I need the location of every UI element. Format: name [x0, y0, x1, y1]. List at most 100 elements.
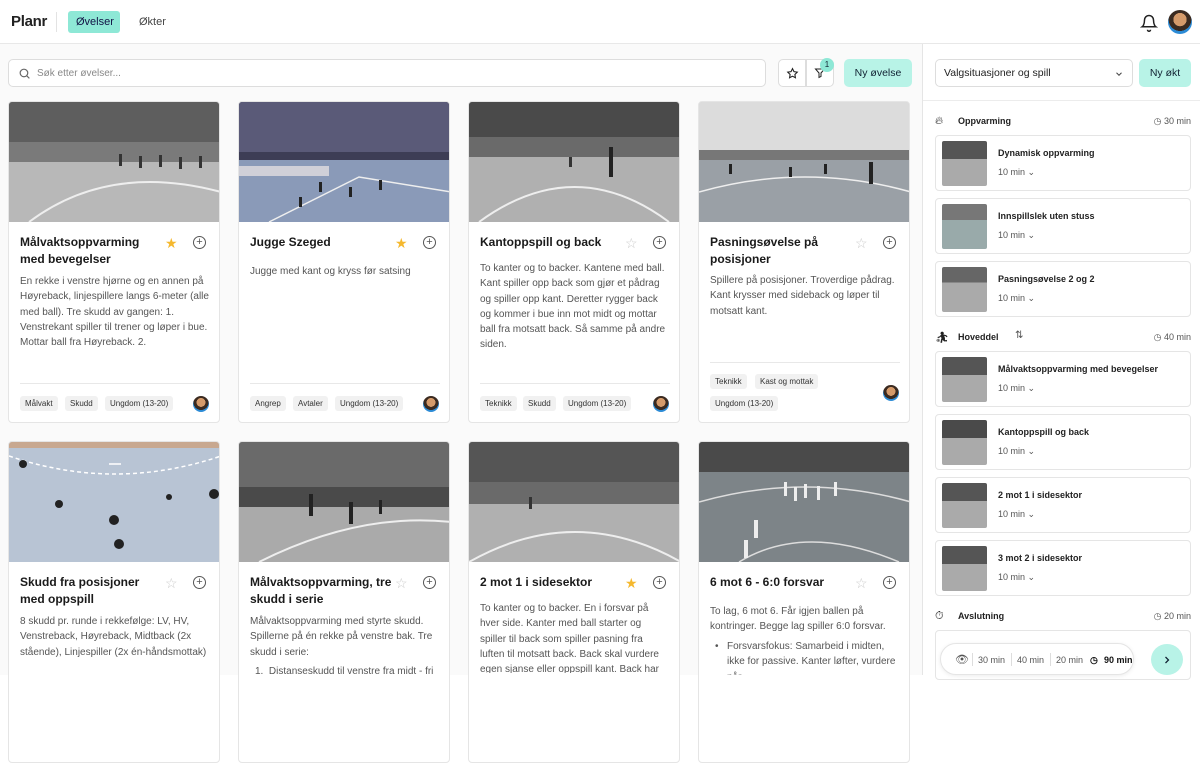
- star-icon[interactable]: ☆: [395, 575, 408, 592]
- tag: Skudd: [65, 396, 98, 411]
- item-title: Målvaktsoppvarming med bevegelser: [998, 364, 1159, 374]
- divider: [20, 383, 210, 384]
- item-thumbnail: [942, 483, 987, 528]
- filter-count-badge: 1: [820, 58, 834, 72]
- eye-icon[interactable]: 👁︎: [955, 653, 969, 666]
- exercise-thumbnail: [469, 442, 679, 562]
- item-thumbnail: [942, 546, 987, 591]
- exercise-card[interactable]: Pasningsøvelse på posisjoner ☆ + Spiller…: [698, 101, 910, 423]
- exercise-card[interactable]: Skudd fra posisjoner med oppspill ☆ + 8 …: [8, 441, 220, 763]
- session-item[interactable]: Innspillslek uten stuss 10 min ⌄: [935, 198, 1191, 254]
- bell-icon[interactable]: [1140, 14, 1158, 32]
- card-description: En rekke i venstre hjørne og en annen på…: [20, 276, 209, 347]
- add-icon[interactable]: +: [883, 236, 896, 249]
- exercise-thumbnail: [469, 102, 679, 222]
- star-icon[interactable]: ★: [395, 235, 408, 252]
- tag: Ungdom (13-20): [105, 396, 174, 411]
- session-item[interactable]: Pasningsøvelse 2 og 2 10 min ⌄: [935, 261, 1191, 317]
- star-icon[interactable]: ★: [625, 575, 638, 592]
- card-description: 8 skudd pr. runde i rekkefølge: LV, HV, …: [20, 616, 207, 658]
- session-panel: Valgsituasjoner og spill Ny økt 🔥︎ Oppva…: [922, 44, 1200, 680]
- exercise-card[interactable]: Målvaktsoppvarming, tre skudd i serie ☆ …: [238, 441, 450, 763]
- exercise-card[interactable]: 2 mot 1 i sidesektor ★ + To kanter og to…: [468, 441, 680, 763]
- chevron-down-icon: ⌄: [1027, 509, 1036, 519]
- tag: Målvakt: [20, 396, 58, 411]
- star-icon[interactable]: ★: [165, 235, 178, 252]
- session-item[interactable]: Kantoppspill og back 10 min ⌄: [935, 414, 1191, 470]
- duration-summary-bar: 👁︎ 30 min 40 min 20 min ◷ 90 min: [940, 643, 1134, 675]
- card-title: Skudd fra posisjoner med oppspill: [20, 575, 140, 606]
- section-duration: ◷ 40 min: [1153, 332, 1191, 342]
- item-duration[interactable]: 10 min ⌄: [998, 167, 1035, 178]
- exercise-thumbnail: [9, 102, 219, 222]
- favorites-filter-button[interactable]: [778, 59, 806, 87]
- session-item[interactable]: Målvaktsoppvarming med bevegelser 10 min…: [935, 351, 1191, 407]
- add-icon[interactable]: +: [193, 576, 206, 589]
- tag: Skudd: [523, 396, 556, 411]
- item-duration[interactable]: 10 min ⌄: [998, 293, 1035, 304]
- app-logo[interactable]: Planr: [11, 13, 47, 30]
- item-duration[interactable]: 10 min ⌄: [998, 446, 1035, 457]
- next-button[interactable]: [1151, 644, 1183, 675]
- session-item[interactable]: 2 mot 1 i sidesektor 10 min ⌄: [935, 477, 1191, 533]
- exercise-thumbnail: [239, 102, 449, 222]
- item-title: Kantoppspill og back: [998, 427, 1090, 437]
- card-description: To kanter og to backer. En i forsvar på …: [480, 603, 659, 673]
- item-duration[interactable]: 10 min ⌄: [998, 230, 1035, 241]
- item-thumbnail: [942, 267, 987, 312]
- divider: [250, 383, 440, 384]
- star-icon[interactable]: ☆: [625, 235, 638, 252]
- item-duration[interactable]: 10 min ⌄: [998, 572, 1035, 583]
- exercise-thumbnail: [239, 442, 449, 562]
- top-bar: Planr Øvelser Økter: [0, 0, 1200, 44]
- duration-total: 90 min: [1104, 655, 1133, 665]
- item-title: Innspillslek uten stuss: [998, 211, 1095, 221]
- user-avatar[interactable]: [1168, 10, 1192, 34]
- exercise-card[interactable]: 6 mot 6 - 6:0 forsvar ☆ + To lag, 6 mot …: [698, 441, 910, 763]
- item-thumbnail: [942, 420, 987, 465]
- search-icon: [19, 68, 30, 79]
- tab-ovelser[interactable]: Øvelser: [68, 11, 120, 33]
- exercise-card[interactable]: Jugge Szeged ★ + Jugge med kant og kryss…: [238, 101, 450, 423]
- section-title: Hoveddel: [958, 332, 999, 342]
- chevron-right-icon: [1165, 656, 1170, 663]
- tab-okter[interactable]: Økter: [131, 11, 174, 33]
- divider: [480, 383, 670, 384]
- item-thumbnail: [942, 141, 987, 186]
- search-input[interactable]: Søk etter øvelser...: [8, 59, 766, 87]
- add-icon[interactable]: +: [653, 576, 666, 589]
- add-icon[interactable]: +: [193, 236, 206, 249]
- add-icon[interactable]: +: [883, 576, 896, 589]
- new-session-button[interactable]: Ny økt: [1139, 59, 1191, 87]
- tag: Angrep: [250, 396, 286, 411]
- chevron-down-icon: ⌄: [1027, 230, 1036, 240]
- tag: Teknikk: [480, 396, 517, 411]
- new-exercise-button[interactable]: Ny øvelse: [844, 59, 912, 87]
- session-item[interactable]: Dynamisk oppvarming 10 min ⌄: [935, 135, 1191, 191]
- item-duration[interactable]: 10 min ⌄: [998, 383, 1035, 394]
- item-title: Dynamisk oppvarming: [998, 148, 1095, 158]
- card-title: Målvaktsoppvarming, tre skudd i serie: [250, 575, 392, 606]
- card-description: Jugge med kant og kryss før satsing: [250, 266, 411, 277]
- star-icon[interactable]: ☆: [855, 575, 868, 592]
- swap-icon[interactable]: ⇅: [1015, 330, 1023, 341]
- tag: Avtaler: [293, 396, 328, 411]
- exercise-card[interactable]: Kantoppspill og back ☆ + To kanter og to…: [468, 101, 680, 423]
- add-icon[interactable]: +: [423, 236, 436, 249]
- divider: [923, 100, 1200, 101]
- exercise-thumbnail: [699, 442, 909, 562]
- tag: Ungdom (13-20): [335, 396, 404, 411]
- add-icon[interactable]: +: [653, 236, 666, 249]
- section-header-hoveddel: ⛹︎ Hoveddel ⇅ ◷ 40 min: [935, 329, 1191, 347]
- session-item[interactable]: 3 mot 2 i sidesektor 10 min ⌄: [935, 540, 1191, 596]
- exercise-card[interactable]: Målvaktsoppvarming med bevegelser ★ + En…: [8, 101, 220, 423]
- chevron-down-icon: ⌄: [1027, 572, 1036, 582]
- session-select[interactable]: Valgsituasjoner og spill: [935, 59, 1133, 87]
- star-icon[interactable]: ☆: [855, 235, 868, 252]
- duration-avslutning: 20 min: [1056, 655, 1084, 665]
- search-placeholder: Søk etter øvelser...: [37, 68, 121, 79]
- item-duration[interactable]: 10 min ⌄: [998, 509, 1035, 520]
- divider: [972, 653, 973, 666]
- add-icon[interactable]: +: [423, 576, 436, 589]
- star-icon[interactable]: ☆: [165, 575, 178, 592]
